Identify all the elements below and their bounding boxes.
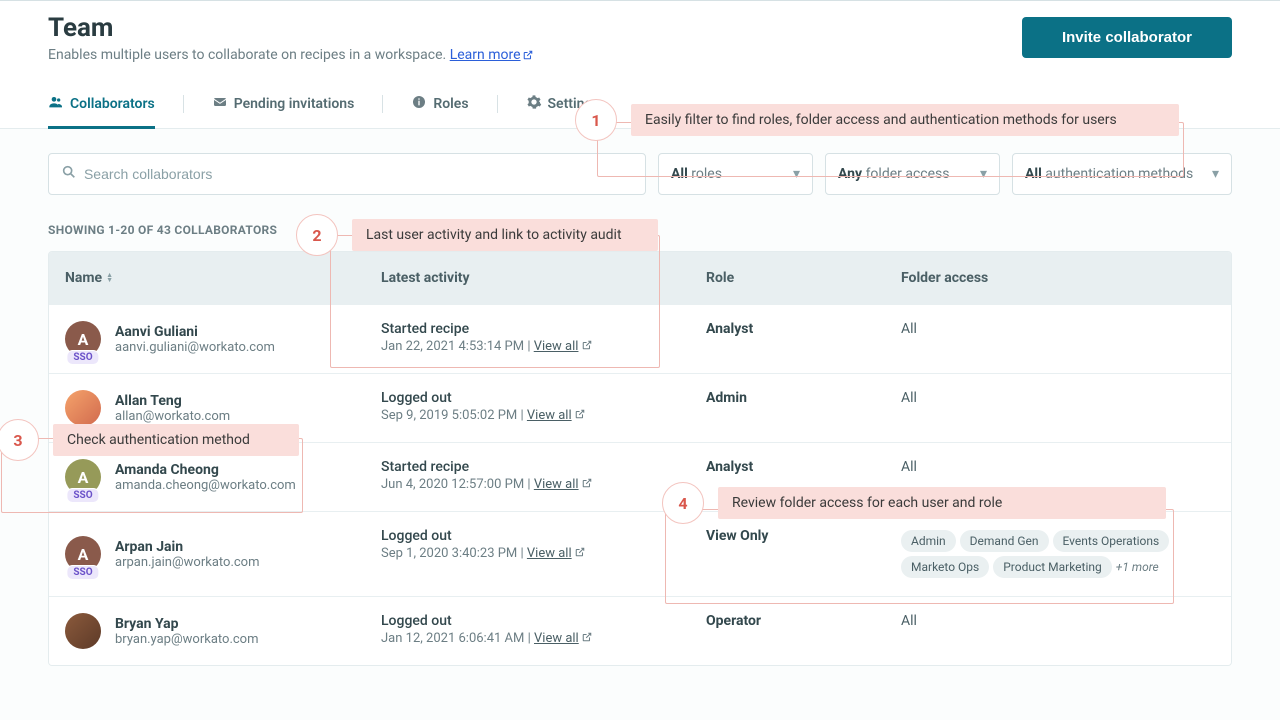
info-icon bbox=[411, 94, 427, 114]
role-text: Operator bbox=[706, 613, 899, 629]
sso-badge: SSO bbox=[66, 350, 99, 365]
role-text: View Only bbox=[706, 528, 899, 544]
table-header: Name ▲▼ Latest activity Role Folder acce… bbox=[49, 252, 1231, 304]
gear-icon bbox=[526, 94, 542, 114]
external-link-icon bbox=[579, 631, 592, 646]
search-icon bbox=[61, 164, 77, 184]
external-link-icon bbox=[572, 408, 585, 423]
latest-action: Started recipe bbox=[381, 321, 704, 337]
filter-roles-dropdown[interactable]: All roles ▾ bbox=[658, 153, 813, 195]
user-email: bryan.yap@workato.com bbox=[115, 632, 259, 647]
folder-access-text: All bbox=[901, 613, 1215, 629]
annotation-1: 1 Easily filter to find roles, folder ac… bbox=[575, 99, 1179, 141]
table-row[interactable]: ASSO Aanvi Gulianiaanvi.guliani@workato.c… bbox=[49, 304, 1231, 373]
tab-separator bbox=[497, 95, 498, 113]
view-all-link[interactable]: View all bbox=[534, 477, 579, 492]
chevron-down-icon: ▾ bbox=[793, 166, 800, 182]
user-name: Bryan Yap bbox=[115, 616, 259, 632]
role-text: Analyst bbox=[706, 321, 899, 337]
filter-auth-dropdown[interactable]: All authentication methods ▾ bbox=[1012, 153, 1232, 195]
folder-chip: Events Operations bbox=[1053, 530, 1170, 552]
latest-action: Started recipe bbox=[381, 459, 704, 475]
role-text: Admin bbox=[706, 390, 899, 406]
folder-access-text: All bbox=[901, 459, 1215, 475]
user-name: Arpan Jain bbox=[115, 539, 260, 555]
tab-roles[interactable]: Roles bbox=[411, 94, 468, 128]
user-name: Aanvi Guliani bbox=[115, 324, 275, 340]
column-name[interactable]: Name ▲▼ bbox=[49, 270, 379, 286]
latest-action: Logged out bbox=[381, 613, 704, 629]
chevron-down-icon: ▾ bbox=[1212, 166, 1219, 182]
avatar bbox=[65, 613, 101, 649]
folder-chip: Demand Gen bbox=[960, 530, 1049, 552]
latest-action: Logged out bbox=[381, 528, 704, 544]
chevron-down-icon: ▾ bbox=[980, 166, 987, 182]
tab-pending-invitations[interactable]: Pending invitations bbox=[212, 94, 355, 128]
folder-access-text: All bbox=[901, 321, 1215, 337]
folder-chip: Admin bbox=[901, 530, 956, 552]
learn-more-link[interactable]: Learn more bbox=[450, 47, 533, 63]
column-folder-access: Folder access bbox=[899, 270, 1231, 286]
user-email: amanda.cheong@workato.com bbox=[115, 478, 296, 493]
latest-timestamp: Sep 1, 2020 3:40:23 PM | View all bbox=[381, 546, 704, 561]
avatar: ASSO bbox=[65, 459, 101, 495]
view-all-link[interactable]: View all bbox=[527, 546, 572, 561]
sso-badge: SSO bbox=[66, 488, 99, 503]
more-chips[interactable]: +1 more bbox=[1116, 560, 1159, 574]
folder-access-text: All bbox=[901, 390, 1215, 406]
people-icon bbox=[48, 94, 64, 114]
tab-separator bbox=[183, 95, 184, 113]
column-role: Role bbox=[704, 270, 899, 286]
tab-separator bbox=[382, 95, 383, 113]
external-link-icon bbox=[523, 48, 533, 64]
user-email: aanvi.guliani@workato.com bbox=[115, 340, 275, 355]
user-name: Allan Teng bbox=[115, 393, 230, 409]
mail-icon bbox=[212, 94, 228, 114]
role-text: Analyst bbox=[706, 459, 899, 475]
external-link-icon bbox=[578, 339, 591, 354]
latest-timestamp: Sep 9, 2019 5:05:02 PM | View all bbox=[381, 408, 704, 423]
page-title: Team bbox=[48, 13, 533, 43]
tab-collaborators[interactable]: Collaborators bbox=[48, 94, 155, 129]
latest-timestamp: Jun 4, 2020 12:57:00 PM | View all bbox=[381, 477, 704, 492]
annotation-3: 3 Check authentication method bbox=[0, 419, 299, 461]
invite-collaborator-button[interactable]: Invite collaborator bbox=[1022, 17, 1232, 58]
filter-folder-dropdown[interactable]: Any folder access ▾ bbox=[825, 153, 1000, 195]
latest-action: Logged out bbox=[381, 390, 704, 406]
external-link-icon bbox=[579, 477, 592, 492]
view-all-link[interactable]: View all bbox=[527, 408, 572, 423]
latest-timestamp: Jan 22, 2021 4:53:14 PM | View all bbox=[381, 339, 704, 354]
avatar: ASSO bbox=[65, 321, 101, 357]
search-input-wrapper[interactable] bbox=[48, 153, 646, 195]
avatar: ASSO bbox=[65, 536, 101, 572]
sort-icon: ▲▼ bbox=[106, 273, 113, 283]
table-row[interactable]: Bryan Yapbryan.yap@workato.com Logged out… bbox=[49, 596, 1231, 665]
user-email: arpan.jain@workato.com bbox=[115, 555, 260, 570]
external-link-icon bbox=[572, 546, 585, 561]
page-subtitle: Enables multiple users to collaborate on… bbox=[48, 47, 533, 64]
folder-chip: Product Marketing bbox=[993, 556, 1112, 578]
view-all-link[interactable]: View all bbox=[534, 631, 579, 646]
view-all-link[interactable]: View all bbox=[534, 339, 579, 354]
search-input[interactable] bbox=[84, 166, 633, 182]
latest-timestamp: Jan 12, 2021 6:06:41 AM | View all bbox=[381, 631, 704, 646]
column-latest-activity: Latest activity bbox=[379, 270, 704, 286]
sso-badge: SSO bbox=[66, 565, 99, 580]
folder-chip: Marketo Ops bbox=[901, 556, 989, 578]
annotation-2: 2 Last user activity and link to activit… bbox=[296, 214, 658, 256]
annotation-4: 4 Review folder access for each user and… bbox=[662, 482, 1166, 524]
user-name: Amanda Cheong bbox=[115, 462, 296, 478]
